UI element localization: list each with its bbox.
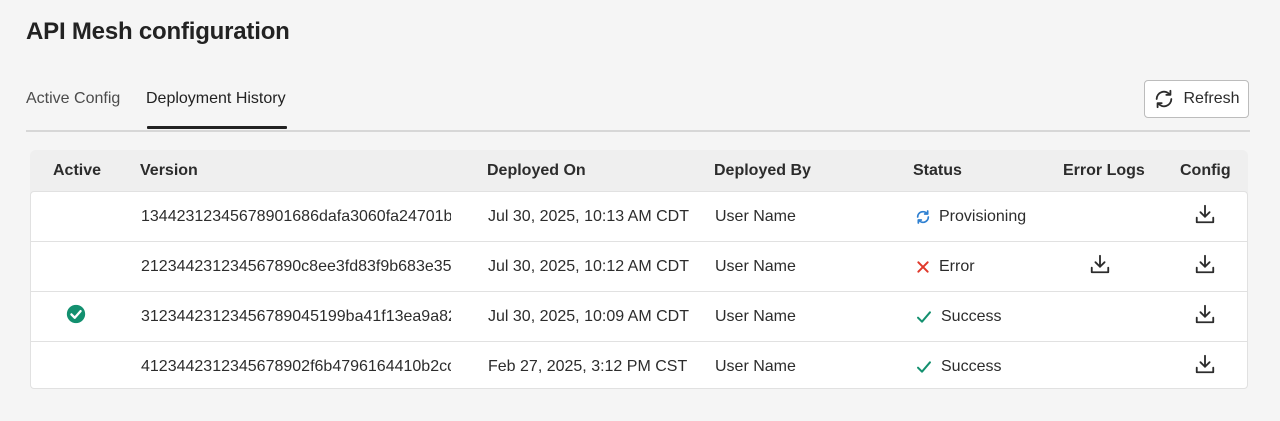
- table-body: 1344231234567890168​6dafa3060fa24701b1..…: [30, 191, 1248, 389]
- refresh-button[interactable]: Refresh: [1144, 80, 1249, 118]
- tab-deployment-history[interactable]: Deployment History: [146, 90, 286, 108]
- active-check-icon: [66, 304, 86, 329]
- success-icon: [915, 309, 933, 325]
- status-text: Provisioning: [939, 207, 1027, 225]
- active-cell: [65, 242, 87, 291]
- tab-selected-indicator: [147, 126, 287, 129]
- tab-list: Active Config Deployment History: [26, 78, 1250, 132]
- download-config-icon[interactable]: [1194, 353, 1216, 380]
- download-config-icon[interactable]: [1194, 253, 1216, 280]
- status-text: Success: [941, 357, 1002, 375]
- error-icon: [915, 259, 931, 275]
- column-header-deployed-by: Deployed By: [714, 162, 811, 179]
- status-cell: Success: [915, 342, 1002, 388]
- refresh-icon: [1153, 88, 1175, 110]
- version-cell: 4123442312345678902f6b4796164410b2cd...: [141, 357, 451, 375]
- column-header-deployed-on: Deployed On: [487, 162, 586, 179]
- column-header-config: Config: [1180, 162, 1231, 179]
- download-error-log-icon[interactable]: [1089, 253, 1111, 280]
- deployed-by-cell: User Name: [715, 357, 796, 375]
- status-text: Error: [939, 257, 975, 275]
- status-cell: Error: [915, 242, 975, 291]
- deployed-on-cell: Jul 30, 2025, 10:09 AM CDT: [488, 307, 689, 325]
- config-cell: [1194, 192, 1216, 241]
- version-cell: 212344231234567890c8ee3fd83f9b683e35...: [141, 257, 451, 275]
- page-title: API Mesh configuration: [26, 18, 290, 45]
- deployed-by-cell: User Name: [715, 307, 796, 325]
- version-cell: 3123442312345678904​5199ba41f13ea9a82c..…: [141, 307, 451, 325]
- deployed-on-cell: Feb 27, 2025, 3:12 PM CST: [488, 357, 688, 375]
- provisioning-icon: [915, 209, 931, 225]
- column-header-status: Status: [913, 162, 962, 179]
- table-header-row: Active Version Deployed On Deployed By S…: [30, 150, 1248, 192]
- tab-active-config[interactable]: Active Config: [26, 90, 120, 108]
- status-text: Success: [941, 307, 1002, 325]
- deployed-on-cell: Jul 30, 2025, 10:12 AM CDT: [488, 257, 689, 275]
- table-row: 212344231234567890c8ee3fd83f9b683e35... …: [31, 242, 1247, 292]
- version-cell: 1344231234567890168​6dafa3060fa24701b1..…: [141, 207, 451, 225]
- page: API Mesh configuration Active Config Dep…: [0, 0, 1280, 421]
- deployed-by-cell: User Name: [715, 207, 796, 225]
- deployed-by-cell: User Name: [715, 257, 796, 275]
- column-header-version: Version: [140, 162, 198, 179]
- config-cell: [1194, 242, 1216, 291]
- config-cell: [1194, 342, 1216, 388]
- success-icon: [915, 359, 933, 375]
- active-cell: [65, 342, 87, 388]
- status-cell: Provisioning: [915, 192, 1026, 241]
- download-config-icon[interactable]: [1194, 203, 1216, 230]
- deployed-on-cell: Jul 30, 2025, 10:13 AM CDT: [488, 207, 689, 225]
- column-header-error-logs: Error Logs: [1063, 162, 1145, 179]
- download-config-icon[interactable]: [1194, 303, 1216, 330]
- active-cell: [65, 192, 87, 241]
- refresh-button-label: Refresh: [1183, 90, 1240, 107]
- error-logs-cell: [1089, 242, 1111, 291]
- table-row: 4123442312345678902f6b4796164410b2cd... …: [31, 342, 1247, 388]
- column-header-active: Active: [53, 162, 102, 179]
- status-cell: Success: [915, 292, 1001, 341]
- table-row: 3123442312345678904​5199ba41f13ea9a82c..…: [31, 292, 1247, 342]
- table-row: 1344231234567890168​6dafa3060fa24701b1..…: [31, 192, 1247, 242]
- config-cell: [1194, 292, 1216, 341]
- active-cell: [65, 292, 87, 341]
- deployment-history-table: Active Version Deployed On Deployed By S…: [30, 150, 1248, 389]
